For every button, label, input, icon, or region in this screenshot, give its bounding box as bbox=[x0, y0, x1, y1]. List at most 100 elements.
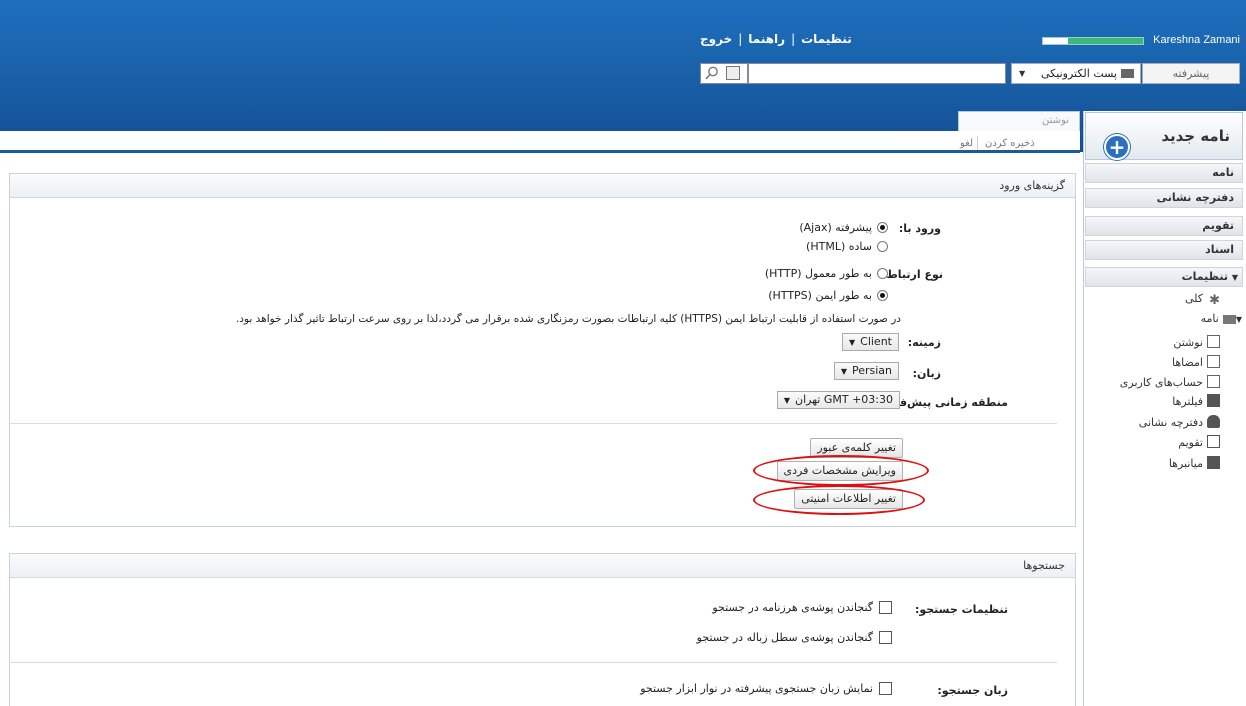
sub-item-label: حساب‌های کاربری bbox=[1119, 376, 1203, 389]
pencil-icon bbox=[1207, 335, 1220, 348]
save-button[interactable]: ذخیره کردن bbox=[985, 138, 1035, 149]
search-options-panel: جستجوها bbox=[9, 553, 1076, 706]
language-select[interactable]: Persian ▼ bbox=[833, 362, 899, 380]
divider bbox=[9, 423, 1057, 424]
language-value: Persian bbox=[851, 364, 892, 377]
settings-addressbook[interactable]: دفترچه نشانی bbox=[1139, 415, 1220, 429]
skin-select[interactable]: Client ▼ bbox=[841, 333, 899, 351]
sub-item-label: میانبرها bbox=[1168, 457, 1203, 470]
show-advanced-search-option[interactable]: نمایش زبان جستجوی پیشرفته در نوار ابزار … bbox=[640, 682, 892, 695]
language-label: زبان: bbox=[912, 367, 941, 380]
include-spam-option[interactable]: گنجاندن پوشه‌ی هرزنامه در جستجو bbox=[712, 601, 892, 614]
advanced-search-button[interactable]: پیشرفته bbox=[1142, 63, 1240, 84]
option-label: پیشرفته (Ajax) bbox=[799, 221, 872, 234]
sub-item-label: نوشتن bbox=[1173, 336, 1203, 349]
settings-compose[interactable]: نوشتن bbox=[1173, 335, 1220, 349]
save-search-icon[interactable] bbox=[726, 66, 740, 80]
skin-label: زمینه: bbox=[907, 336, 941, 349]
user-name: Kareshna Zamani bbox=[1153, 34, 1240, 46]
envelope-icon bbox=[1121, 69, 1134, 78]
search-input[interactable] bbox=[748, 63, 1006, 84]
checkbox[interactable] bbox=[879, 601, 892, 614]
settings-filters[interactable]: فیلترها bbox=[1172, 394, 1220, 408]
new-message-button[interactable]: نامه جدید + bbox=[1085, 112, 1243, 160]
divider bbox=[9, 662, 1057, 663]
expand-icon: ▼ bbox=[1231, 273, 1238, 282]
skin-value: Client bbox=[860, 335, 892, 348]
https-note: در صورت استفاده از قابلیت ارتباط ایمن (H… bbox=[235, 313, 901, 325]
link-separator: | bbox=[791, 32, 796, 46]
settings-link[interactable]: تنظیمات bbox=[801, 32, 852, 46]
expand-icon: ▼ bbox=[1235, 315, 1242, 324]
settings-signatures[interactable]: امضاها bbox=[1172, 355, 1220, 369]
toolbar bbox=[0, 131, 1080, 153]
connection-type-label: نوع ارتباط bbox=[886, 268, 943, 281]
connection-option-https[interactable]: به طور ایمن (HTTPS) bbox=[768, 289, 888, 302]
envelope-icon bbox=[1222, 315, 1236, 324]
chevron-down-icon: ▼ bbox=[1019, 69, 1026, 78]
sidebar-item-settings[interactable]: تنظیمات ▼ bbox=[1085, 267, 1243, 287]
cancel-button[interactable]: لغو bbox=[960, 138, 973, 149]
checkbox[interactable] bbox=[879, 682, 892, 695]
search-scope-select[interactable]: پست الکترونیکی ▼ bbox=[1011, 63, 1141, 84]
sub-item-label: نامه bbox=[1200, 312, 1219, 325]
option-label: ساده (HTML) bbox=[806, 240, 872, 253]
settings-accounts[interactable]: حساب‌های کاربری bbox=[1120, 375, 1220, 389]
sidebar-item-calendar[interactable]: تقویم bbox=[1085, 216, 1243, 236]
signature-icon bbox=[1207, 355, 1220, 368]
radio-unselected[interactable] bbox=[877, 241, 888, 252]
sub-item-label: فیلترها bbox=[1172, 395, 1203, 408]
person-icon bbox=[1207, 415, 1220, 428]
chevron-down-icon: ▼ bbox=[840, 367, 847, 376]
option-label: گنجاندن پوشه‌ی سطل زباله در جستجو bbox=[696, 631, 873, 644]
settings-shortcuts[interactable]: میانبرها bbox=[1169, 456, 1220, 470]
timezone-value: GMT +03:30 تهران bbox=[795, 393, 893, 406]
option-label: به طور ایمن (HTTPS) bbox=[768, 289, 872, 302]
sub-item-label: تقویم bbox=[1178, 436, 1203, 449]
calendar-icon bbox=[1207, 435, 1220, 448]
highlight-oval bbox=[753, 455, 929, 486]
radio-selected[interactable] bbox=[877, 290, 888, 301]
radio-selected[interactable] bbox=[877, 222, 888, 233]
toolbar-separator bbox=[977, 136, 978, 150]
top-links: تنظیمات | راهنما | خروج bbox=[700, 32, 852, 46]
checkbox[interactable] bbox=[879, 631, 892, 644]
sub-item-label: دفترچه نشانی bbox=[1138, 416, 1203, 429]
settings-mail[interactable]: ▼ نامه bbox=[1201, 312, 1242, 325]
settings-calendar[interactable]: تقویم bbox=[1178, 435, 1220, 449]
logout-link[interactable]: خروج bbox=[700, 32, 732, 46]
accounts-icon bbox=[1207, 375, 1220, 388]
shortcut-icon bbox=[1207, 456, 1220, 469]
chevron-down-icon: ▼ bbox=[848, 338, 856, 347]
radio-unselected[interactable] bbox=[877, 268, 888, 279]
sub-item-label: کلی bbox=[1184, 292, 1203, 305]
gear-icon: ✱ bbox=[1209, 293, 1220, 308]
option-label: نمایش زبان جستجوی پیشرفته در نوار ابزار … bbox=[640, 682, 873, 695]
help-link[interactable]: راهنما bbox=[748, 32, 785, 46]
panel-title: جستجوها bbox=[10, 554, 1075, 578]
quota-bar-fill bbox=[1068, 38, 1143, 44]
quota-bar bbox=[1042, 37, 1144, 45]
tab-compose[interactable]: نوشتن bbox=[958, 111, 1080, 131]
settings-general[interactable]: ✱ کلی bbox=[1184, 292, 1220, 308]
include-trash-option[interactable]: گنجاندن پوشه‌ی سطل زباله در جستجو bbox=[697, 631, 892, 644]
sidebar-item-label: تنظیمات bbox=[1181, 270, 1228, 283]
connection-option-http[interactable]: به طور معمول (HTTP) bbox=[765, 267, 888, 280]
login-option-ajax[interactable]: پیشرفته (Ajax) bbox=[799, 221, 888, 234]
sidebar-item-documents[interactable]: اسناد bbox=[1085, 240, 1243, 260]
sidebar-item-addressbook[interactable]: دفترچه نشانی bbox=[1085, 188, 1243, 208]
login-option-html[interactable]: ساده (HTML) bbox=[806, 240, 888, 253]
filter-icon bbox=[1207, 394, 1220, 407]
highlight-oval bbox=[753, 485, 925, 515]
option-label: گنجاندن پوشه‌ی هرزنامه در جستجو bbox=[712, 601, 873, 614]
search-icon[interactable] bbox=[705, 66, 719, 80]
option-label: به طور معمول (HTTP) bbox=[764, 267, 872, 280]
new-message-label: نامه جدید bbox=[1161, 127, 1230, 145]
app-root: { "header": { "user_name": "Kareshna Zam… bbox=[0, 0, 1246, 706]
timezone-select[interactable]: GMT +03:30 تهران ▼ bbox=[776, 391, 900, 409]
search-settings-label: تنظیمات جستجو: bbox=[914, 603, 1008, 616]
plus-icon: + bbox=[1104, 134, 1130, 160]
sub-item-label: امضاها bbox=[1172, 356, 1203, 369]
sidebar-item-mail[interactable]: نامه bbox=[1085, 163, 1243, 183]
chevron-down-icon: ▼ bbox=[783, 396, 790, 405]
